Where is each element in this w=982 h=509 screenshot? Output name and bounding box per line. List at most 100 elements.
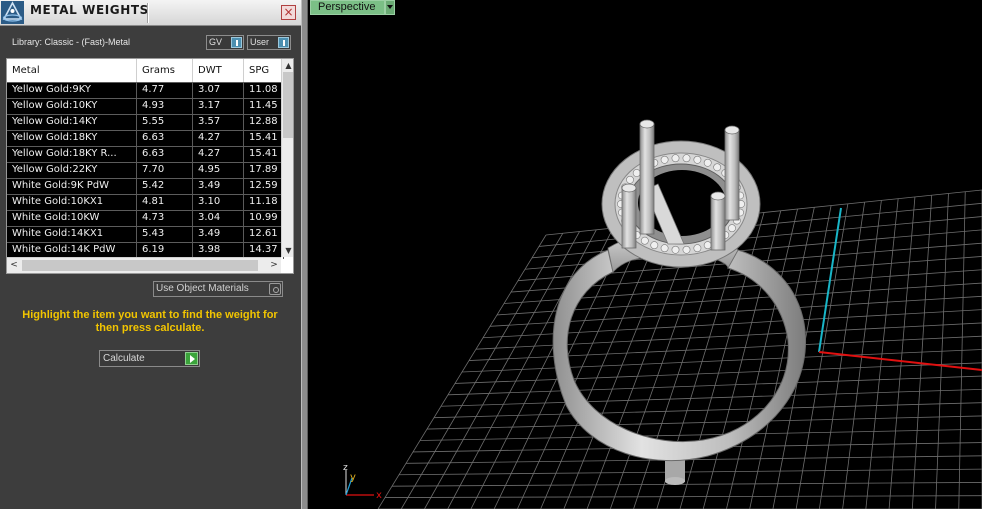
- table-vertical-scrollbar[interactable]: ▲ ▼: [281, 59, 293, 257]
- view-dropdown-icon[interactable]: [385, 0, 395, 15]
- grams-cell: 6.63: [137, 147, 193, 163]
- table-row[interactable]: Yellow Gold:10KY 4.93 3.17 11.45: [7, 98, 284, 115]
- dwt-cell: 3.57: [193, 115, 244, 131]
- viewport-canvas[interactable]: x y z: [308, 0, 982, 509]
- metal-cell: Yellow Gold:18KY R...: [7, 147, 137, 163]
- spg-cell: 11.18: [244, 195, 284, 211]
- dwt-cell: 3.17: [193, 99, 244, 115]
- spg-cell: 11.45: [244, 99, 284, 115]
- table-row[interactable]: White Gold:14KX1 5.43 3.49 12.61: [7, 226, 284, 243]
- table-row[interactable]: Yellow Gold:22KY 7.70 4.95 17.89: [7, 162, 284, 179]
- instruction-text: Highlight the item you want to find the …: [22, 309, 278, 334]
- panel-splitter[interactable]: [301, 0, 308, 509]
- horizontal-scroll-thumb[interactable]: [22, 260, 258, 271]
- grid-line: [531, 216, 982, 259]
- perspective-viewport[interactable]: x y z Perspective: [308, 0, 982, 509]
- column-header-grams[interactable]: Grams: [137, 59, 193, 82]
- ring-model[interactable]: [552, 119, 807, 485]
- halo-stone: [682, 154, 691, 163]
- grid-line: [454, 362, 982, 384]
- halo-stone: [693, 244, 702, 253]
- panel-title: METAL WEIGHTS: [30, 3, 149, 17]
- app-logo-icon: [1, 1, 24, 24]
- metal-weights-panel: METAL WEIGHTS × Library: Classic - (Fast…: [0, 0, 301, 509]
- toggle-radio-icon[interactable]: [269, 283, 281, 295]
- gizmo-x-label: x: [376, 490, 382, 501]
- table-row[interactable]: Yellow Gold:14KY 5.55 3.57 12.88: [7, 114, 284, 131]
- calculate-label: Calculate: [103, 353, 145, 364]
- grams-cell: 7.70: [137, 163, 193, 179]
- grid-line: [426, 415, 982, 430]
- perspective-view-tab[interactable]: Perspective: [310, 0, 385, 15]
- gizmo-y-label: y: [350, 472, 356, 483]
- grams-cell: 6.63: [137, 131, 193, 147]
- panel-titlebar: METAL WEIGHTS ×: [0, 0, 301, 26]
- halo-stone: [671, 154, 680, 163]
- spg-cell: 17.89: [244, 163, 284, 179]
- scroll-left-icon[interactable]: <: [7, 258, 21, 273]
- halo-stone: [671, 245, 680, 254]
- dwt-cell: 3.49: [193, 227, 244, 243]
- close-button[interactable]: ×: [281, 5, 296, 20]
- grams-cell: 5.55: [137, 115, 193, 131]
- spg-cell: 12.59: [244, 179, 284, 195]
- grid-line: [398, 468, 982, 476]
- title-divider: [147, 3, 149, 23]
- scroll-down-icon[interactable]: ▼: [282, 244, 293, 257]
- grams-cell: 4.81: [137, 195, 193, 211]
- user-dropdown[interactable]: User: [247, 35, 291, 50]
- play-arrow-icon[interactable]: [185, 352, 198, 365]
- axis-gizmo: x y z: [343, 463, 382, 501]
- metal-cell: White Gold:9K PdW: [7, 179, 137, 195]
- table-row[interactable]: White Gold:10KW 4.73 3.04 10.99: [7, 210, 284, 227]
- grams-cell: 5.42: [137, 179, 193, 195]
- column-header-spg[interactable]: SPG: [244, 59, 284, 82]
- table-row[interactable]: Yellow Gold:18KY R... 6.63 4.27 15.41: [7, 146, 284, 163]
- scroll-right-icon[interactable]: >: [267, 258, 281, 273]
- spg-cell: 15.41: [244, 147, 284, 163]
- table-horizontal-scrollbar[interactable]: < >: [7, 257, 281, 273]
- gizmo-z-label: z: [343, 463, 348, 473]
- table-row[interactable]: Yellow Gold:18KY 6.63 4.27 15.41: [7, 130, 284, 147]
- grams-cell: 4.93: [137, 99, 193, 115]
- use-object-materials-toggle[interactable]: Use Object Materials: [153, 281, 283, 297]
- metal-cell: Yellow Gold:14KY: [7, 115, 137, 131]
- dwt-cell: 3.10: [193, 195, 244, 211]
- halo-stone: [693, 155, 702, 164]
- user-dropdown-arrow-icon[interactable]: [278, 37, 289, 48]
- halo-stone: [703, 241, 712, 250]
- dwt-cell: 4.27: [193, 147, 244, 163]
- metal-cell: White Gold:10KW: [7, 211, 137, 227]
- table-row[interactable]: Yellow Gold:9KY 4.77 3.07 11.08: [7, 82, 284, 99]
- gv-dropdown[interactable]: GV: [206, 35, 244, 50]
- user-dropdown-label: User: [250, 37, 270, 47]
- halo-stone: [626, 175, 634, 184]
- grid-line: [433, 402, 982, 419]
- column-header-dwt[interactable]: DWT: [193, 59, 244, 82]
- halo-stone: [682, 245, 691, 254]
- column-header-metal[interactable]: Metal: [7, 59, 137, 82]
- dwt-cell: 3.04: [193, 211, 244, 227]
- halo-stone: [632, 169, 641, 177]
- grid-line: [419, 428, 982, 441]
- halo-stone: [640, 236, 649, 245]
- grams-cell: 5.43: [137, 227, 193, 243]
- halo-stone: [660, 155, 669, 164]
- gv-dropdown-arrow-icon[interactable]: [231, 37, 242, 48]
- halo-stone: [660, 244, 669, 253]
- halo-stone: [650, 241, 659, 250]
- calculate-button[interactable]: Calculate: [99, 350, 200, 367]
- grid-line: [475, 322, 982, 350]
- metal-cell: Yellow Gold:22KY: [7, 163, 137, 179]
- vertical-scroll-thumb[interactable]: [283, 72, 293, 138]
- spg-cell: 12.88: [244, 115, 284, 131]
- halo-stone: [728, 224, 736, 233]
- table-row[interactable]: White Gold:9K PdW 5.42 3.49 12.59: [7, 178, 284, 195]
- table-row[interactable]: White Gold:10KX1 4.81 3.10 11.18: [7, 194, 284, 211]
- scroll-up-icon[interactable]: ▲: [282, 59, 293, 72]
- spg-cell: 10.99: [244, 211, 284, 227]
- table-row[interactable]: White Gold:14K PdW 6.19 3.98 14.37: [7, 242, 284, 259]
- table-body: Yellow Gold:9KY 4.77 3.07 11.08 Yellow G…: [7, 82, 284, 259]
- metal-cell: White Gold:10KX1: [7, 195, 137, 211]
- dwt-cell: 4.27: [193, 131, 244, 147]
